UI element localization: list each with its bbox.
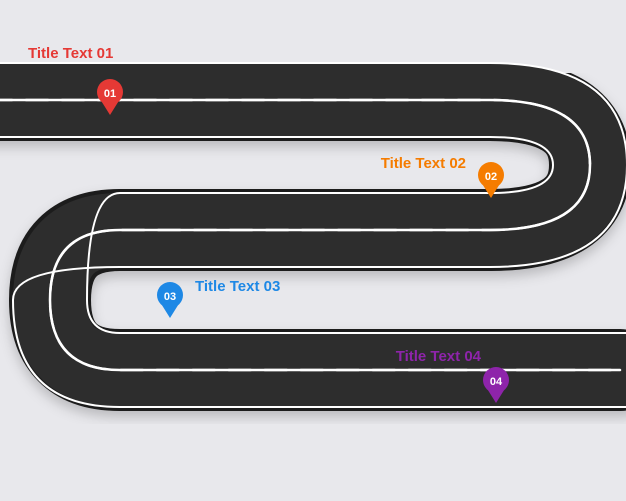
label-01: Title Text 01 [28, 45, 113, 62]
label-03: Title Text 03 [195, 278, 280, 295]
pin-01: 01 [95, 80, 125, 116]
infographic: Title Text 01 Title Text 02 Title Text 0… [0, 0, 626, 501]
road-svg [0, 0, 626, 501]
svg-text:04: 04 [490, 376, 503, 388]
svg-text:01: 01 [104, 88, 116, 100]
svg-text:02: 02 [485, 171, 497, 183]
label-04: Title Text 04 [396, 348, 481, 365]
svg-text:03: 03 [164, 291, 176, 303]
pin-02: 02 [476, 163, 506, 199]
label-02: Title Text 02 [381, 155, 466, 172]
pin-04: 04 [481, 368, 511, 404]
pin-03: 03 [155, 283, 185, 319]
